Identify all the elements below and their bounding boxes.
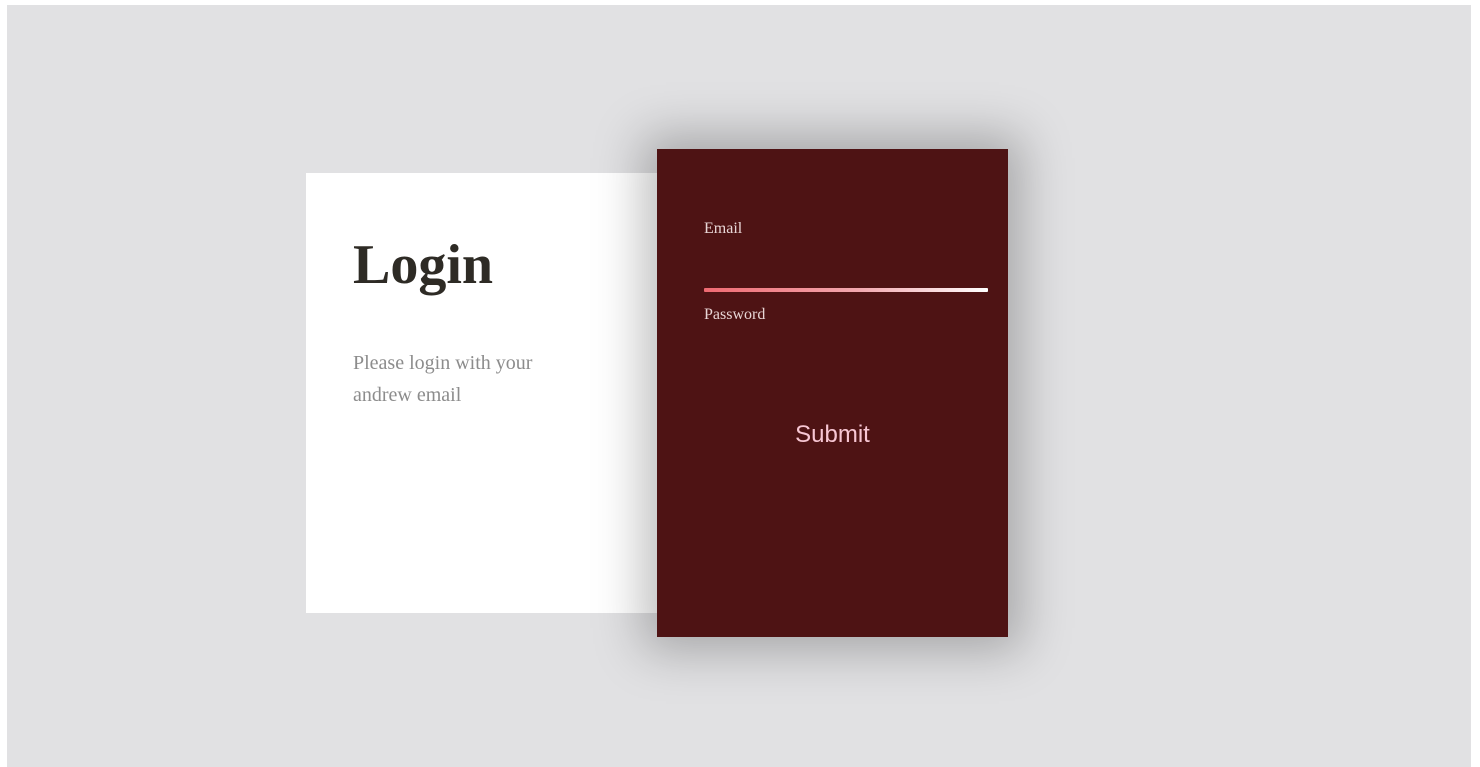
- password-label: Password: [704, 306, 766, 323]
- login-form: Email Password Submit: [657, 149, 1008, 637]
- page-viewport: Login Please login with your andrew emai…: [7, 5, 1471, 767]
- page-title: Login: [353, 234, 494, 296]
- intro-card: Login Please login with your andrew emai…: [306, 173, 658, 613]
- email-field[interactable]: [704, 259, 988, 287]
- password-field[interactable]: [704, 329, 988, 357]
- email-label: Email: [704, 220, 743, 237]
- email-field-underline: [704, 288, 988, 292]
- login-instructions: Please login with your andrew email: [353, 352, 533, 406]
- submit-button[interactable]: Submit: [757, 415, 908, 455]
